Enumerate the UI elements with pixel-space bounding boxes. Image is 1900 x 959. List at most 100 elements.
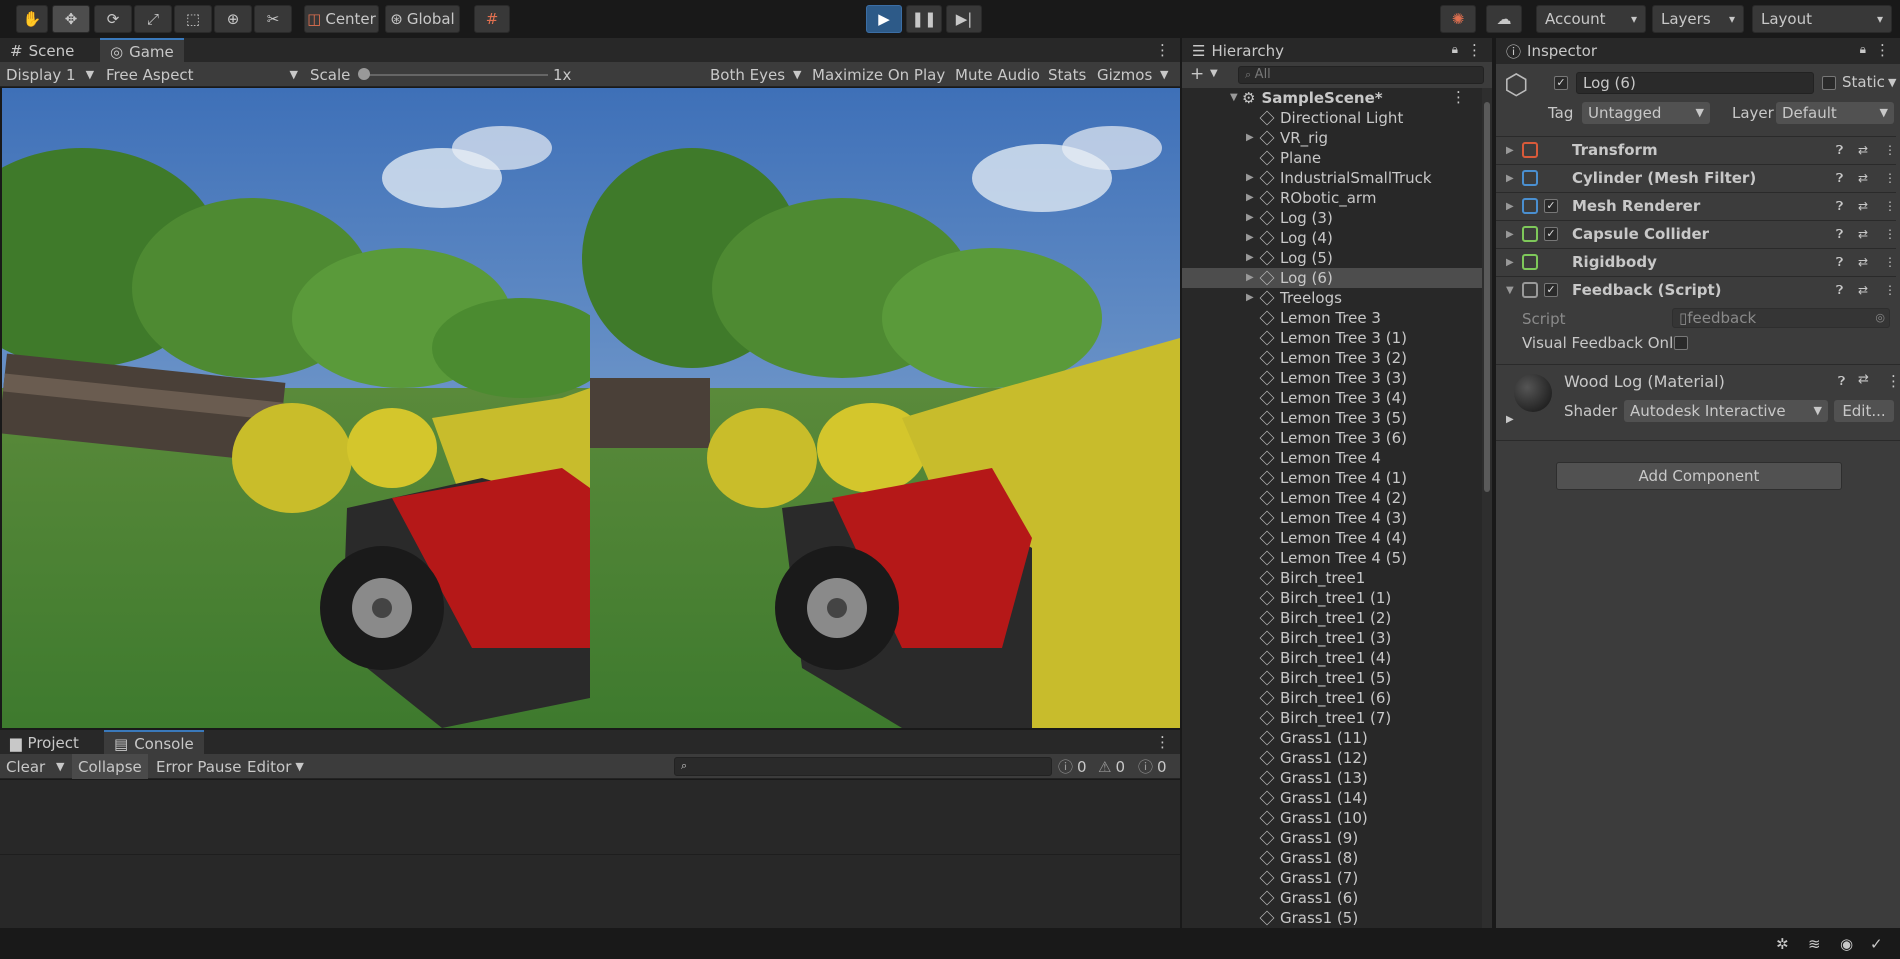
help-icon[interactable]: ❓︎ [1838,374,1845,389]
error-pause-toggle[interactable]: Error Pause [156,754,241,779]
shader-dropdown[interactable]: Autodesk Interactive ▼ [1624,400,1828,422]
error-count[interactable]: ⓘ 0 [1138,754,1167,779]
component-menu-icon[interactable]: ⋮ [1884,199,1896,213]
clear-options-icon[interactable]: ▼ [56,754,64,779]
warning-count[interactable]: ⚠ 0 [1098,754,1125,779]
game-view[interactable] [2,88,1180,728]
help-icon[interactable]: ❓︎ [1836,143,1843,158]
panel-menu-icon[interactable]: ⋮ [1875,41,1890,59]
panel-menu-icon[interactable]: ⋮ [1467,41,1482,59]
hierarchy-item[interactable]: Grass1 (7) [1182,868,1482,888]
component-menu-icon[interactable]: ⋮ [1884,171,1896,185]
hierarchy-item[interactable]: Birch_tree1 (5) [1182,668,1482,688]
help-icon[interactable]: ❓︎ [1836,283,1843,298]
pause-button[interactable]: ❚❚ [906,5,942,33]
expand-arrow-icon[interactable]: ▶ [1506,201,1514,212]
component-menu-icon[interactable]: ⋮ [1884,227,1896,241]
hierarchy-item[interactable]: Grass1 (8) [1182,848,1482,868]
layer-dropdown[interactable]: Default ▼ [1776,102,1894,124]
component-enabled-checkbox[interactable]: ✓ [1544,227,1558,241]
editor-dropdown[interactable]: Editor ▼ [247,754,304,779]
visual-feedback-checkbox[interactable] [1674,336,1688,350]
component-menu-icon[interactable]: ⋮ [1886,372,1900,390]
preset-icon[interactable]: ⇄ [1858,372,1869,387]
preset-icon[interactable]: ⇄ [1858,255,1868,269]
hierarchy-item[interactable]: Lemon Tree 3 [1182,308,1482,328]
hierarchy-item[interactable]: Lemon Tree 4 (3) [1182,508,1482,528]
hierarchy-item[interactable]: Grass1 (12) [1182,748,1482,768]
hierarchy-item[interactable]: Grass1 (9) [1182,828,1482,848]
rotate-tool-button[interactable]: ⟳ [94,5,132,33]
expand-arrow-icon[interactable]: ▼ [1230,92,1238,103]
clear-button[interactable]: Clear [6,754,45,779]
component-menu-icon[interactable]: ⋮ [1884,283,1896,297]
collapse-toggle[interactable]: Collapse [72,754,148,779]
hierarchy-item[interactable]: Birch_tree1 (3) [1182,628,1482,648]
hierarchy-item[interactable]: Birch_tree1 (2) [1182,608,1482,628]
hierarchy-item[interactable]: Lemon Tree 3 (6) [1182,428,1482,448]
hierarchy-scrollbar[interactable] [1482,88,1492,928]
layout-dropdown[interactable]: Layout [1752,5,1892,33]
both-eyes-dropdown[interactable]: Both Eyes ▼ [710,62,802,87]
progress-icon[interactable]: ≋ [1808,935,1821,953]
expand-arrow-icon[interactable]: ▶ [1506,229,1514,240]
hierarchy-item[interactable]: Lemon Tree 4 (2) [1182,488,1482,508]
tab-inspector[interactable]: ⓘ Inspector [1496,38,1607,64]
custom-tool-button[interactable]: ✂ [254,5,292,33]
mute-audio-toggle[interactable]: Mute Audio [955,62,1040,87]
gizmos-toggle[interactable]: Gizmos [1097,62,1152,87]
expand-arrow-icon[interactable]: ▶ [1246,292,1254,303]
scale-tool-button[interactable]: ⤢ [134,5,172,33]
hierarchy-search-input[interactable]: ⌕ All [1238,66,1484,84]
tab-scene[interactable]: # Scene [0,38,84,64]
cloud-button[interactable]: ☁ [1486,5,1522,33]
grid-snap-button[interactable]: # [474,5,510,33]
preset-icon[interactable]: ⇄ [1858,199,1868,213]
add-component-button[interactable]: Add Component [1556,462,1842,490]
hierarchy-item[interactable]: ▶ Log (6) [1182,268,1482,288]
display-dropdown[interactable]: Display 1 ▼ [6,62,96,87]
hierarchy-item[interactable]: Lemon Tree 3 (4) [1182,388,1482,408]
hierarchy-item[interactable]: ▶ Log (4) [1182,228,1482,248]
panel-menu-icon[interactable]: ⋮ [1155,41,1170,59]
check-icon[interactable]: ✓ [1870,935,1883,953]
hierarchy-item[interactable]: Grass1 (13) [1182,768,1482,788]
component-header[interactable]: ▶ Transform ❓︎ ⇄ ⋮ [1496,136,1896,163]
hierarchy-item[interactable]: Birch_tree1 [1182,568,1482,588]
expand-arrow-icon[interactable]: ▶ [1246,232,1254,243]
expand-arrow-icon[interactable]: ▶ [1246,172,1254,183]
step-button[interactable]: ▶| [946,5,982,33]
console-log-area[interactable] [0,780,1180,928]
preset-icon[interactable]: ⇄ [1858,227,1868,241]
component-header[interactable]: ▶ ✓ Capsule Collider ❓︎ ⇄ ⋮ [1496,220,1896,247]
move-tool-button[interactable]: ✥ [52,5,90,33]
scrollbar-thumb[interactable] [1484,102,1490,492]
expand-arrow-icon[interactable]: ▼ [1506,285,1514,296]
transform-tool-button[interactable]: ⊕ [214,5,252,33]
static-checkbox[interactable] [1822,76,1836,90]
component-header[interactable]: ▼ ✓ Feedback (Script) ❓︎ ⇄ ⋮ [1496,276,1896,303]
hierarchy-item[interactable]: ▶ Treelogs [1182,288,1482,308]
hierarchy-item[interactable]: Birch_tree1 (1) [1182,588,1482,608]
play-button[interactable]: ▶ [866,5,902,33]
component-header[interactable]: ▶ Cylinder (Mesh Filter) ❓︎ ⇄ ⋮ [1496,164,1896,191]
hierarchy-item[interactable]: Lemon Tree 4 (5) [1182,548,1482,568]
rect-tool-button[interactable]: ⬚ [174,5,212,33]
scene-menu-icon[interactable]: ⋮ [1451,88,1466,106]
hierarchy-item[interactable]: ▶ IndustrialSmallTruck [1182,168,1482,188]
tag-dropdown[interactable]: Untagged ▼ [1582,102,1710,124]
expand-arrow-icon[interactable]: ▶ [1506,145,1514,156]
maximize-on-play-toggle[interactable]: Maximize On Play [812,62,945,87]
help-icon[interactable]: ❓︎ [1836,255,1843,270]
hierarchy-item[interactable]: Lemon Tree 4 (1) [1182,468,1482,488]
help-icon[interactable]: ❓︎ [1836,171,1843,186]
info-count[interactable]: ⓘ 0 [1058,754,1087,779]
hierarchy-item[interactable]: Lemon Tree 3 (3) [1182,368,1482,388]
expand-arrow-icon[interactable]: ▶ [1506,414,1514,425]
chevron-down-icon[interactable]: ▼ [1210,68,1218,79]
gameobject-active-checkbox[interactable]: ✓ [1554,76,1568,90]
component-enabled-checkbox[interactable]: ✓ [1544,283,1558,297]
expand-arrow-icon[interactable]: ▶ [1506,173,1514,184]
component-header[interactable]: ▶ ✓ Mesh Renderer ❓︎ ⇄ ⋮ [1496,192,1896,219]
hierarchy-item[interactable]: Grass1 (5) [1182,908,1482,928]
